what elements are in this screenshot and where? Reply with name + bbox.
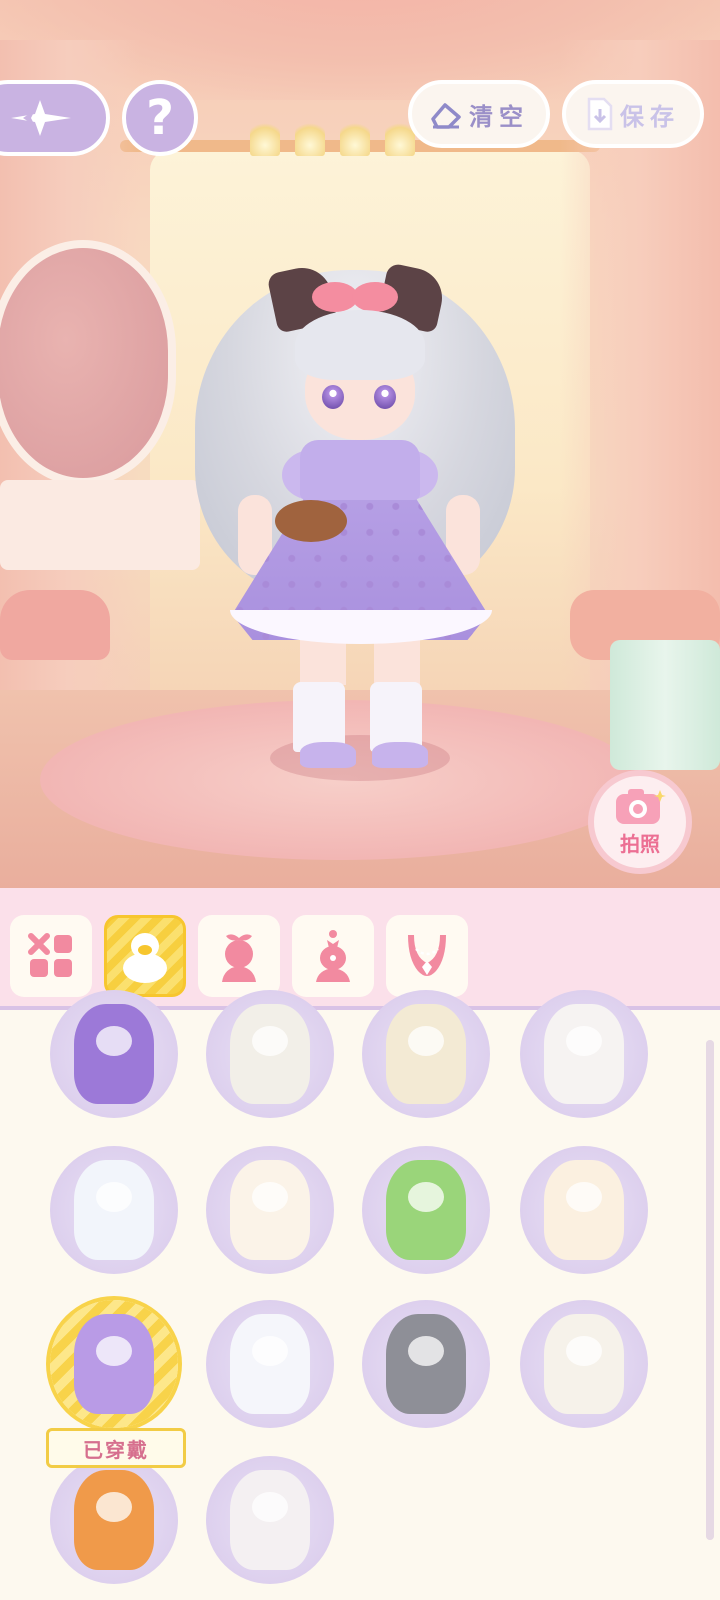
costume-item-calico-cat-suit[interactable] <box>206 1146 334 1274</box>
costume-item-frog-suit[interactable] <box>362 1146 490 1274</box>
face-hole <box>566 1026 602 1056</box>
light-bulb <box>340 120 370 156</box>
dress-bodice <box>300 440 420 500</box>
tab-necklace[interactable] <box>386 915 468 997</box>
character-leg-left <box>300 640 346 685</box>
grid-scrollbar[interactable] <box>706 1040 714 1540</box>
sparkle-arrow-icon <box>11 100 71 136</box>
help-icon: ? <box>146 90 174 146</box>
camera-icon <box>616 788 666 824</box>
face-hole <box>96 1336 132 1366</box>
costume-thumbnail <box>386 1004 466 1104</box>
help-button[interactable]: ? <box>122 80 198 156</box>
back-button[interactable] <box>0 80 110 156</box>
clear-button[interactable]: 清空 <box>408 80 550 148</box>
face-hole <box>252 1182 288 1212</box>
costume-thumbnail <box>230 1004 310 1104</box>
vanity-stool <box>0 590 110 660</box>
face-hole <box>252 1026 288 1056</box>
face-hole <box>252 1492 288 1522</box>
save-file-icon <box>587 97 613 131</box>
scroll-thumb[interactable] <box>706 1040 714 1540</box>
tab-costume[interactable] <box>104 915 186 997</box>
save-label: 保存 <box>620 102 680 131</box>
costume-thumbnail <box>74 1160 154 1260</box>
photo-button[interactable]: 拍照 <box>588 770 692 874</box>
face-hole <box>96 1182 132 1212</box>
costume-thumbnail <box>74 1314 154 1414</box>
bear-bag <box>275 500 347 542</box>
costume-item-white-bear-suit[interactable] <box>206 1300 334 1428</box>
shoe-left <box>300 742 356 768</box>
eye-left <box>322 385 344 409</box>
costume-thumbnail <box>386 1160 466 1260</box>
grid-icon <box>28 933 72 977</box>
costume-thumbnail <box>230 1160 310 1260</box>
costume-item-mummy-suit[interactable] <box>206 990 334 1118</box>
tab-all[interactable] <box>10 915 92 997</box>
face-hole <box>96 1492 132 1522</box>
face-hole <box>408 1182 444 1212</box>
vanity-table <box>0 480 200 570</box>
costume-item-grey-bear-suit[interactable] <box>362 1300 490 1428</box>
costume-thumbnail <box>544 1004 624 1104</box>
costume-item-magician-bear-suit[interactable] <box>520 990 648 1118</box>
costume-item-lion-dance-suit[interactable] <box>362 990 490 1118</box>
eye-right <box>374 385 396 409</box>
costume-thumbnail <box>74 1004 154 1104</box>
face-hole <box>96 1026 132 1056</box>
tab-hat[interactable] <box>198 915 280 997</box>
worn-badge: 已穿戴 <box>46 1428 186 1468</box>
vanity-mirror <box>0 240 176 486</box>
costume-item-lavender-bear-dress[interactable] <box>50 1300 178 1428</box>
costume-item-fox-suit[interactable] <box>50 1456 178 1584</box>
shoe-right <box>372 742 428 768</box>
costume-item-sheep-gentleman-suit[interactable] <box>520 1300 648 1428</box>
face-hole <box>566 1336 602 1366</box>
costume-item-white-cat-cape[interactable] <box>50 1146 178 1274</box>
costume-thumbnail <box>544 1160 624 1260</box>
character-leg-right <box>374 640 420 685</box>
eraser-icon <box>431 103 461 129</box>
character-bangs <box>295 310 425 380</box>
bow-head-icon <box>222 934 256 982</box>
costume-thumbnail <box>74 1470 154 1570</box>
head-accessory-icon <box>316 930 350 982</box>
face-hole <box>252 1336 288 1366</box>
face-hole <box>566 1182 602 1212</box>
light-bulb <box>295 120 325 156</box>
clear-label: 清空 <box>469 102 529 131</box>
costume-item-unicorn-suit[interactable] <box>520 1146 648 1274</box>
light-bulb <box>250 120 280 156</box>
face-hole <box>408 1026 444 1056</box>
save-button[interactable]: 保存 <box>562 80 704 148</box>
costume-thumbnail <box>230 1470 310 1570</box>
gift-box <box>610 640 720 770</box>
duck-suit-icon <box>123 933 167 983</box>
costume-thumbnail <box>544 1314 624 1414</box>
face-hole <box>408 1336 444 1366</box>
costume-thumbnail <box>230 1314 310 1414</box>
costume-item-white-cat-punk-suit[interactable] <box>206 1456 334 1584</box>
hair-bow-right <box>352 282 398 312</box>
costume-item-purple-octopus-suit[interactable] <box>50 990 178 1118</box>
photo-label: 拍照 <box>620 831 660 856</box>
costume-thumbnail <box>386 1314 466 1414</box>
tab-headwear[interactable] <box>292 915 374 997</box>
necklace-icon <box>408 935 446 976</box>
